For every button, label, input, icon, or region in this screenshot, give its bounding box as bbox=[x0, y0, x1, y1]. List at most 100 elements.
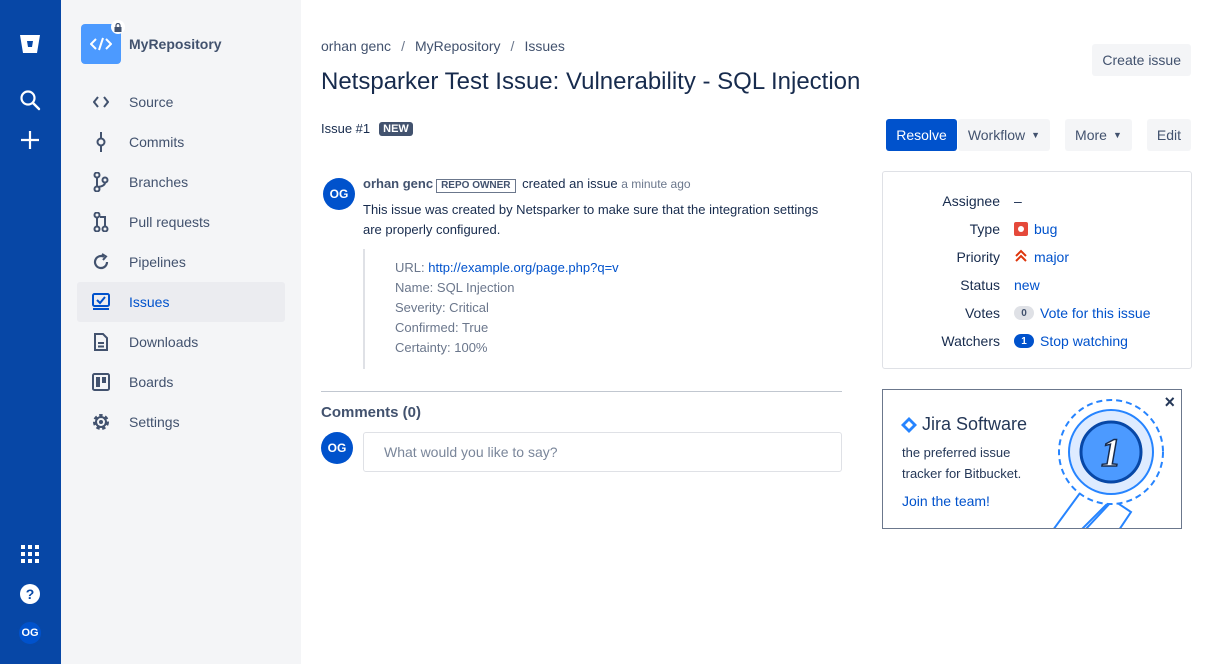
bug-icon bbox=[1014, 222, 1028, 236]
sidebar-item-source[interactable]: Source bbox=[77, 82, 285, 122]
status-link[interactable]: new bbox=[1014, 277, 1040, 293]
detail-url: URL: http://example.org/page.php?q=v bbox=[395, 258, 619, 278]
breadcrumb-issues-link[interactable]: Issues bbox=[524, 38, 564, 54]
comments-heading: Comments (0) bbox=[321, 404, 422, 421]
lock-icon bbox=[111, 20, 125, 34]
pipelines-icon bbox=[91, 252, 111, 272]
assignee-value[interactable]: – bbox=[1014, 193, 1022, 209]
sidebar-item-label: Commits bbox=[129, 134, 185, 150]
breadcrumb-separator: / bbox=[510, 38, 515, 54]
repo-avatar bbox=[81, 20, 125, 64]
repo-sidebar: MyRepository Source Commits Branches Pul… bbox=[61, 0, 301, 664]
edit-button[interactable]: Edit bbox=[1146, 119, 1191, 151]
issue-number: Issue #1 NEW bbox=[321, 121, 413, 136]
chevron-down-icon: ▼ bbox=[1031, 130, 1041, 140]
search-icon[interactable] bbox=[14, 84, 46, 116]
settings-icon bbox=[91, 412, 111, 432]
help-icon[interactable]: ? bbox=[14, 578, 46, 610]
apps-icon[interactable] bbox=[14, 538, 46, 570]
author-avatar[interactable]: OG bbox=[323, 178, 355, 210]
jira-title-text: Jira Software bbox=[922, 414, 1028, 434]
more-label: More bbox=[1075, 127, 1107, 143]
watchers-label: Watchers bbox=[941, 333, 1000, 349]
more-button[interactable]: More ▼ bbox=[1065, 119, 1132, 151]
sidebar-item-issues[interactable]: Issues bbox=[77, 282, 285, 322]
award-ribbon-icon: 1 bbox=[1053, 399, 1164, 528]
sidebar-item-label: Downloads bbox=[129, 334, 199, 350]
issue-description: This issue was created by Netsparker to … bbox=[363, 202, 819, 237]
issue-title: Netsparker Test Issue: Vulnerability - S… bbox=[321, 68, 861, 95]
detail-certainty: Certainty: 100% bbox=[395, 340, 488, 355]
create-icon[interactable] bbox=[14, 124, 46, 156]
repo-nav: Source Commits Branches Pull requests Pi… bbox=[77, 82, 285, 442]
sidebar-item-pull-requests[interactable]: Pull requests bbox=[77, 202, 285, 242]
detail-url-link[interactable]: http://example.org/page.php?q=v bbox=[428, 260, 618, 275]
detail-url-label: URL: bbox=[395, 260, 429, 275]
commits-icon bbox=[91, 132, 111, 152]
vote-link[interactable]: Vote for this issue bbox=[1040, 305, 1151, 321]
edit-label: Edit bbox=[1156, 127, 1181, 143]
sidebar-item-downloads[interactable]: Downloads bbox=[77, 322, 285, 362]
create-issue-button[interactable]: Create issue bbox=[1092, 44, 1191, 76]
bitbucket-logo-icon[interactable] bbox=[14, 28, 46, 60]
user-avatar[interactable]: OG bbox=[17, 620, 43, 646]
jira-title: Jira Software bbox=[901, 414, 1027, 435]
sidebar-item-label: Settings bbox=[129, 414, 180, 430]
sidebar-item-label: Source bbox=[129, 94, 174, 110]
assignee-row: Assignee – bbox=[883, 191, 1193, 211]
issue-details-quote: URL: http://example.org/page.php?q=v Nam… bbox=[363, 249, 619, 369]
svg-text:?: ? bbox=[26, 586, 35, 602]
repo-name: MyRepository bbox=[129, 36, 222, 52]
global-nav: ? OG bbox=[0, 0, 61, 664]
jira-promo: 1 Jira Software the preferred issue trac… bbox=[882, 389, 1182, 529]
promo-text: the preferred issue tracker for Bitbucke… bbox=[902, 445, 1022, 481]
breadcrumb: orhan genc / MyRepository / Issues bbox=[321, 38, 565, 54]
type-link[interactable]: bug bbox=[1034, 221, 1057, 237]
issue-meta-panel: Assignee – Type bug Priority major Statu… bbox=[882, 171, 1192, 369]
close-icon[interactable]: × bbox=[1164, 392, 1175, 413]
sidebar-item-settings[interactable]: Settings bbox=[77, 402, 285, 442]
sidebar-item-branches[interactable]: Branches bbox=[77, 162, 285, 202]
assignee-label: Assignee bbox=[942, 193, 1000, 209]
breadcrumb-user-link[interactable]: orhan genc bbox=[321, 38, 391, 54]
resolve-button[interactable]: Resolve bbox=[886, 119, 957, 151]
type-label: Type bbox=[969, 221, 1000, 237]
status-row: Status new bbox=[883, 275, 1193, 295]
votes-count: 0 bbox=[1014, 306, 1034, 320]
repo-header[interactable]: MyRepository bbox=[81, 20, 222, 64]
breadcrumb-separator: / bbox=[401, 38, 405, 54]
type-row: Type bug bbox=[883, 219, 1193, 239]
resolve-label: Resolve bbox=[896, 127, 947, 143]
pull-requests-icon bbox=[91, 212, 111, 232]
breadcrumb-repo-link[interactable]: MyRepository bbox=[415, 38, 501, 54]
sidebar-item-pipelines[interactable]: Pipelines bbox=[77, 242, 285, 282]
issue-actions: Resolve Workflow ▼ More ▼ Edit bbox=[885, 119, 1191, 151]
detail-severity: Severity: Critical bbox=[395, 300, 489, 315]
votes-row: Votes 0 Vote for this issue bbox=[883, 303, 1193, 323]
main-content: orhan genc / MyRepository / Issues Creat… bbox=[321, 0, 1192, 664]
branches-icon bbox=[91, 172, 111, 192]
watch-link[interactable]: Stop watching bbox=[1040, 333, 1128, 349]
sidebar-item-boards[interactable]: Boards bbox=[77, 362, 285, 402]
issues-icon bbox=[91, 292, 111, 312]
author-line: orhan genc REPO OWNER created an issue a … bbox=[363, 176, 691, 193]
workflow-button[interactable]: Workflow ▼ bbox=[957, 119, 1051, 151]
status-lozenge: NEW bbox=[379, 121, 413, 136]
timestamp: a minute ago bbox=[621, 177, 691, 191]
boards-icon bbox=[91, 372, 111, 392]
priority-link[interactable]: major bbox=[1034, 249, 1069, 265]
join-team-link[interactable]: Join the team! bbox=[902, 493, 990, 509]
repo-owner-badge: REPO OWNER bbox=[436, 179, 516, 193]
watchers-count: 1 bbox=[1014, 334, 1034, 348]
votes-label: Votes bbox=[964, 305, 1000, 321]
sidebar-item-commits[interactable]: Commits bbox=[77, 122, 285, 162]
author-link[interactable]: orhan genc bbox=[363, 176, 433, 191]
source-icon bbox=[91, 92, 111, 112]
priority-label: Priority bbox=[956, 249, 1000, 265]
downloads-icon bbox=[91, 332, 111, 352]
comment-input[interactable]: What would you like to say? bbox=[363, 432, 842, 472]
status-label: Status bbox=[960, 277, 1000, 293]
commenter-avatar: OG bbox=[321, 432, 353, 464]
priority-row: Priority major bbox=[883, 247, 1193, 267]
sidebar-item-label: Branches bbox=[129, 174, 189, 190]
